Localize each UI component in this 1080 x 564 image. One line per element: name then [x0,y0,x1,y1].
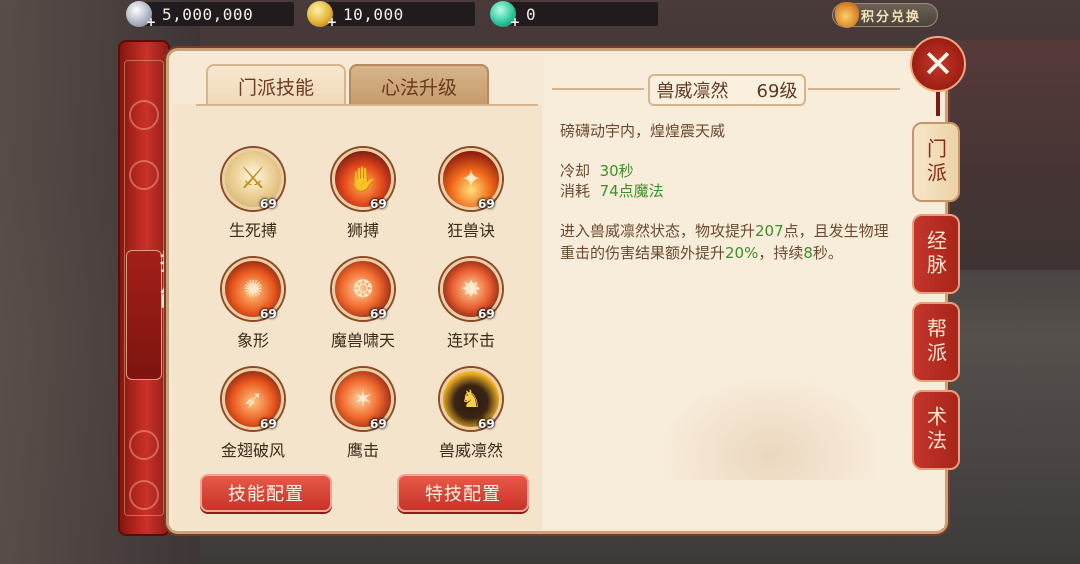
points-exchange-button[interactable]: 积分兑换 [832,2,938,28]
skill-name: 象形 [236,331,269,350]
cooldown-row: 冷却 30秒 [560,160,634,182]
skill-level: 69 [370,197,387,211]
tab-mind-upgrade[interactable]: 心法升级 [349,64,489,106]
effect-text: ，持续 [758,244,804,262]
skill-name: 金翅破风 [220,441,285,460]
skill-slot[interactable]: ✶ 69 鹰击 [312,368,412,468]
skill-effect-text: 进入兽威凛然状态，物攻提升207点，且发生物理重击的伤害结果额外提升20%，持续… [560,220,900,264]
skill-name: 鹰击 [346,441,379,460]
effect-duration-value: 8 [803,244,813,262]
title-ornament-line [808,88,900,90]
tab-sect-skills[interactable]: 门派技能 [206,64,346,106]
skill-level: 69 [370,417,387,431]
swirl-ornament [129,160,159,190]
skill-slot[interactable]: ✺ 69 象形 [202,258,302,358]
skill-slot[interactable]: ❂ 69 魔兽啸天 [312,258,412,358]
swirl-ornament [129,430,159,460]
skill-name: 生死搏 [228,221,277,240]
skill-level: 69 [260,197,277,211]
skill-title-bar: 兽威凛然 69级 [552,74,900,106]
points-exchange-label: 积分兑换 [861,9,922,25]
add-jade-icon[interactable]: + [510,15,520,29]
side-tab-guild[interactable]: 帮派 [912,302,960,382]
title-ornament-line [552,88,644,90]
side-tab-magic[interactable]: 术法 [912,390,960,470]
skill-slot[interactable]: ✋ 69 狮搏 [312,148,412,248]
skill-level: 69 [260,417,277,431]
skill-title: 兽威凛然 [656,81,729,102]
effect-text: 进入兽威凛然状态，物攻提升 [560,222,756,240]
cost-value: 74点魔法 [599,182,664,200]
skill-name: 魔兽啸天 [330,331,395,350]
side-tab-meridian[interactable]: 经脉 [912,214,960,294]
skill-slot-selected[interactable]: ♞ 69 兽威凛然 [420,368,520,468]
cost-row: 消耗 74点魔法 [560,180,664,202]
skill-name: 连环击 [446,331,495,350]
effect-crit-value: 20% [725,244,759,262]
skill-name: 狮搏 [346,221,379,240]
skill-slot[interactable]: ✦ 69 狂兽诀 [420,148,520,248]
effect-attack-value: 207 [755,222,784,240]
side-tab-sect[interactable]: 门派 [912,122,960,202]
skill-name: 狂兽诀 [446,221,495,240]
skill-level: 69 [478,307,495,321]
skill-slot[interactable]: ➶ 69 金翅破风 [202,368,302,468]
swirl-ornament [129,100,159,130]
skill-level: 69 [370,307,387,321]
close-icon: ✕ [922,42,954,86]
skill-name: 兽威凛然 [438,441,503,460]
cooldown-value: 30秒 [599,162,634,180]
faded-battle-artwork [640,360,900,480]
skill-slot[interactable]: ✸ 69 连环击 [420,258,520,358]
skill-level: 69 [260,307,277,321]
skill-config-button[interactable]: 技能配置 [200,474,332,512]
skill-title-level: 69级 [756,81,798,102]
jade-currency: + 0 [490,1,658,29]
effect-text: 秒。 [812,244,843,262]
silver-currency: + 5,000,000 [126,1,294,29]
skill-title-plate: 兽威凛然 69级 [648,74,806,106]
add-silver-icon[interactable]: + [146,15,156,29]
skill-level: 69 [478,197,495,211]
special-config-button[interactable]: 特技配置 [397,474,529,512]
tassel-ornament [936,92,940,116]
swirl-ornament [129,480,159,510]
gold-currency: + 10,000 [307,1,475,29]
cooldown-label: 冷却 [560,162,591,180]
close-button[interactable]: ✕ [910,36,966,92]
skill-slot[interactable]: ⚔ 69 生死搏 [202,148,302,248]
add-gold-icon[interactable]: + [327,15,337,29]
cost-label: 消耗 [560,182,591,200]
skill-level: 69 [478,417,495,431]
money-bag-icon [835,2,859,28]
tab-divider [196,104,538,106]
skill-flavor-text: 磅礴动宇内，煌煌震天威 [560,122,726,140]
